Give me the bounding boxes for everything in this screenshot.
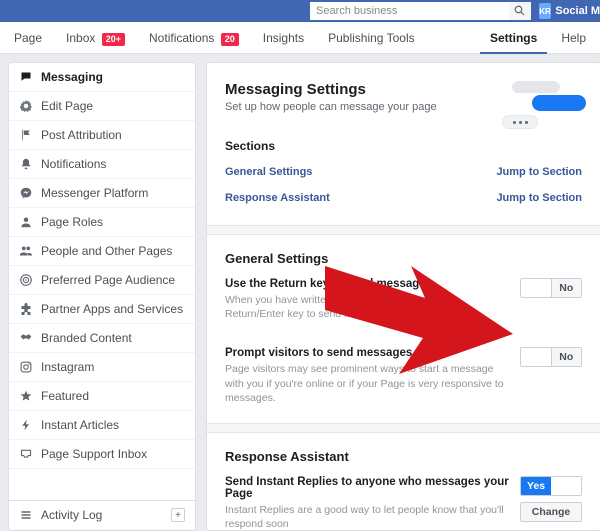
chat-icon <box>19 70 33 84</box>
toggle-return-key[interactable]: Yes No <box>520 278 582 298</box>
bolt-icon <box>19 418 33 432</box>
gear-icon <box>19 99 33 113</box>
notifications-badge: 20 <box>221 33 239 46</box>
toggle-instant-replies[interactable]: Yes <box>520 476 582 496</box>
search-button[interactable] <box>509 2 531 20</box>
tab-inbox[interactable]: Inbox 20+ <box>56 22 135 54</box>
sidebar-item-label: Branded Content <box>41 331 132 345</box>
user-icon <box>19 215 33 229</box>
inbox-badge: 20+ <box>102 33 125 46</box>
tab-help[interactable]: Help <box>551 22 596 54</box>
sidebar-item-preferred-audience[interactable]: Preferred Page Audience <box>9 266 195 295</box>
general-settings-heading: General Settings <box>225 251 582 266</box>
sidebar-item-messaging[interactable]: Messaging <box>9 63 195 92</box>
toggle-no <box>551 477 581 495</box>
change-button[interactable]: Change <box>520 502 582 522</box>
content-panel: Messaging Settings Set up how people can… <box>206 62 600 531</box>
sections-heading: Sections <box>225 139 582 153</box>
sidebar-item-instant-articles[interactable]: Instant Articles <box>9 411 195 440</box>
sidebar-item-label: Featured <box>41 389 89 403</box>
sidebar-item-label: Edit Page <box>41 99 93 113</box>
puzzle-icon <box>19 302 33 316</box>
tab-settings[interactable]: Settings <box>480 22 547 54</box>
bell-icon <box>19 157 33 171</box>
sidebar-item-label: Activity Log <box>41 508 102 522</box>
sidebar-item-label: Post Attribution <box>41 128 122 142</box>
tab-page[interactable]: Page <box>4 22 52 54</box>
search-wrap <box>310 2 531 20</box>
page-title: Messaging Settings <box>225 81 437 98</box>
settings-sidebar: Messaging Edit Page Post Attribution Not… <box>8 62 196 531</box>
star-icon <box>19 389 33 403</box>
messaging-illustration <box>502 81 582 125</box>
sidebar-item-partner-apps[interactable]: Partner Apps and Services <box>9 295 195 324</box>
jump-link[interactable]: Jump to Section <box>496 166 582 178</box>
expand-icon[interactable]: + <box>171 508 185 522</box>
setting-prompt-visitors-title: Prompt visitors to send messages <box>225 347 512 359</box>
instagram-icon <box>19 360 33 374</box>
messenger-icon <box>19 186 33 200</box>
sidebar-item-label: Instant Articles <box>41 418 119 432</box>
flag-icon <box>19 128 33 142</box>
sidebar-item-label: Partner Apps and Services <box>41 302 183 316</box>
sidebar-item-people[interactable]: People and Other Pages <box>9 237 195 266</box>
setting-instant-replies-desc: Instant Replies are a good way to let pe… <box>225 503 512 531</box>
sidebar-item-page-support-inbox[interactable]: Page Support Inbox <box>9 440 195 469</box>
sidebar-item-label: Page Roles <box>41 215 103 229</box>
sidebar-item-edit-page[interactable]: Edit Page <box>9 92 195 121</box>
jump-link[interactable]: Jump to Section <box>496 192 582 204</box>
section-link-general[interactable]: General Settings <box>225 166 312 178</box>
toggle-yes: Yes <box>521 477 551 495</box>
sidebar-item-label: Notifications <box>41 157 106 171</box>
setting-prompt-visitors-desc: Page visitors may see prominent ways to … <box>225 362 512 405</box>
setting-return-key-desc: When you have written a message, you can… <box>225 293 512 321</box>
setting-instant-replies-title: Send Instant Replies to anyone who messa… <box>225 476 512 500</box>
sidebar-item-label: Messenger Platform <box>41 186 148 200</box>
sidebar-item-featured[interactable]: Featured <box>9 382 195 411</box>
sidebar-item-label: People and Other Pages <box>41 244 172 258</box>
toggle-no: No <box>551 348 582 366</box>
toggle-no: No <box>551 279 582 297</box>
main: Messaging Edit Page Post Attribution Not… <box>0 54 600 531</box>
inbox-icon <box>19 447 33 461</box>
setting-return-key-title: Use the Return key to send messages <box>225 278 512 290</box>
sidebar-item-messenger-platform[interactable]: Messenger Platform <box>9 179 195 208</box>
page-subtitle: Set up how people can message your page <box>225 101 437 113</box>
sidebar-item-page-roles[interactable]: Page Roles <box>9 208 195 237</box>
typing-indicator-icon <box>502 115 538 129</box>
section-link-response-assistant[interactable]: Response Assistant <box>225 192 330 204</box>
toggle-prompt-visitors[interactable]: Yes No <box>520 347 582 367</box>
toggle-yes: Yes <box>521 279 551 297</box>
sidebar-item-instagram[interactable]: Instagram <box>9 353 195 382</box>
sidebar-item-post-attribution[interactable]: Post Attribution <box>9 121 195 150</box>
tab-label: Inbox <box>66 31 95 45</box>
sidebar-item-label: Preferred Page Audience <box>41 273 175 287</box>
facebook-topbar: KR Social M <box>0 0 600 22</box>
avatar[interactable]: KR <box>539 3 552 19</box>
sidebar-item-branded-content[interactable]: Branded Content <box>9 324 195 353</box>
account-label[interactable]: Social M <box>555 5 600 17</box>
toggle-yes: Yes <box>521 348 551 366</box>
tab-publishing[interactable]: Publishing Tools <box>318 22 425 54</box>
target-icon <box>19 273 33 287</box>
tab-insights[interactable]: Insights <box>253 22 314 54</box>
search-icon <box>514 4 525 19</box>
page-nav: Page Inbox 20+ Notifications 20 Insights… <box>0 22 600 54</box>
handshake-icon <box>19 331 33 345</box>
sidebar-item-activity-log[interactable]: Activity Log + <box>9 500 195 530</box>
people-icon <box>19 244 33 258</box>
response-assistant-heading: Response Assistant <box>225 449 582 464</box>
list-icon <box>19 508 33 522</box>
sidebar-item-label: Instagram <box>41 360 94 374</box>
tab-notifications[interactable]: Notifications 20 <box>139 22 249 54</box>
sidebar-item-label: Page Support Inbox <box>41 447 147 461</box>
search-input[interactable] <box>310 2 509 20</box>
sidebar-item-notifications[interactable]: Notifications <box>9 150 195 179</box>
sidebar-item-label: Messaging <box>41 70 103 84</box>
tab-label: Notifications <box>149 31 214 45</box>
